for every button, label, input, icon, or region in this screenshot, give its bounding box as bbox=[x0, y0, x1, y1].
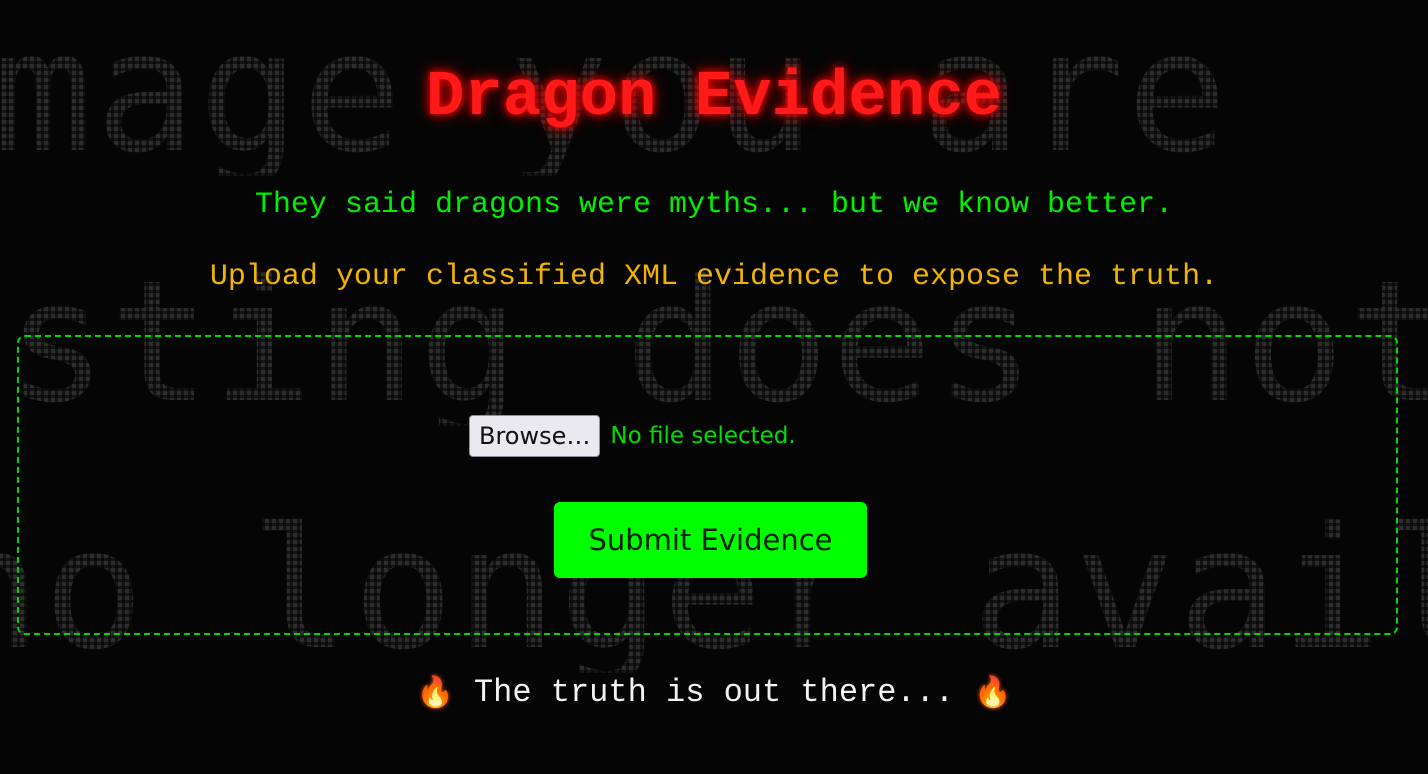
upload-form: Browse… No file selected. Submit Evidenc… bbox=[17, 335, 1398, 635]
submit-evidence-button[interactable]: Submit Evidence bbox=[554, 502, 867, 578]
footer: 🔥 The truth is out there... 🔥 bbox=[0, 672, 1428, 714]
browse-button[interactable]: Browse… bbox=[469, 415, 601, 457]
fire-icon: 🔥 bbox=[974, 675, 1012, 710]
page-title: Dragon Evidence bbox=[425, 62, 1003, 134]
fire-icon: 🔥 bbox=[416, 675, 454, 710]
footer-text: The truth is out there... bbox=[473, 674, 955, 711]
tagline: They said dragons were myths... but we k… bbox=[254, 188, 1174, 222]
upload-instruction: Upload your classified XML evidence to e… bbox=[209, 260, 1219, 294]
file-input[interactable]: Browse… No file selected. bbox=[469, 415, 796, 457]
file-status: No file selected. bbox=[610, 423, 796, 449]
main-content: Dragon Evidence They said dragons were m… bbox=[0, 0, 1428, 774]
